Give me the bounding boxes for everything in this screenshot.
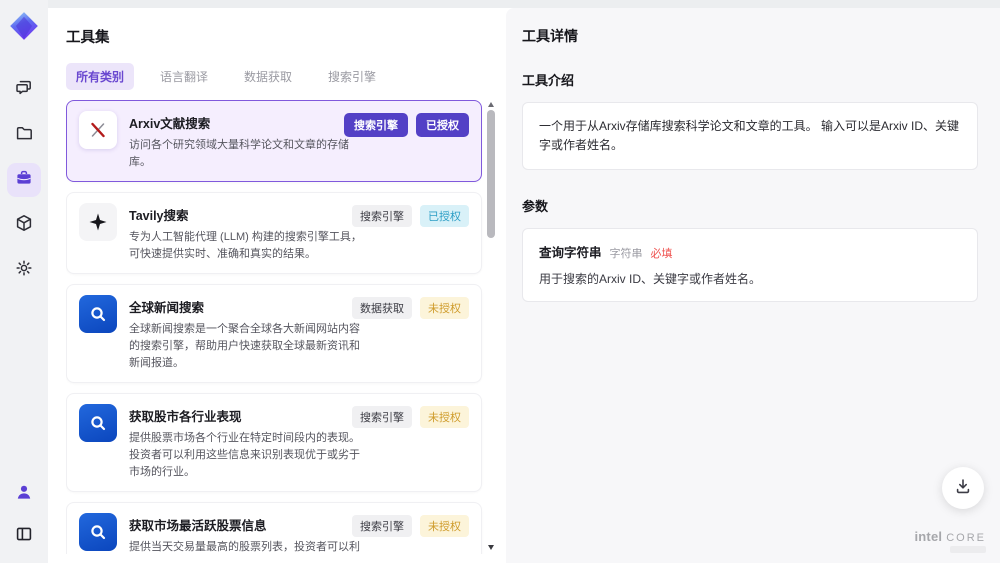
toolbox-icon: [14, 168, 34, 193]
required-badge: 必填: [650, 248, 673, 261]
parameter-description: 用于搜索的Arxiv ID、关键字或作者姓名。: [539, 272, 762, 287]
download-button[interactable]: [942, 467, 984, 509]
sidebar-item-chat[interactable]: [7, 73, 41, 107]
sidebar-item-settings[interactable]: [7, 253, 41, 287]
tool-card-body: 获取股市各行业表现提供股票市场各个行业在特定时间段内的表现。投资者可以利用这些信…: [129, 404, 367, 481]
category-tab[interactable]: 搜索引擎: [318, 63, 386, 90]
stock-search-icon: [79, 513, 117, 552]
tool-card-body: Arxiv文献搜索访问各个研究领域大量科学论文和文章的存储库。: [129, 111, 367, 171]
category-tabs: 所有类别 语言翻译 数据获取 搜索引擎: [66, 63, 498, 90]
parameter-header: 查询字符串 字符串 必填: [539, 242, 961, 261]
scroll-up-arrow[interactable]: [488, 102, 494, 107]
sidebar-item-collapse[interactable]: [7, 519, 41, 553]
news-search-icon: [79, 295, 117, 334]
tools-panel: 工具集 所有类别 语言翻译 数据获取 搜索引擎 Arxiv文献搜索 访问各个研究领域大量…: [48, 8, 498, 563]
cube-icon: [14, 213, 34, 238]
layout-panels-icon: [14, 524, 34, 549]
scrollbar-thumb[interactable]: [487, 110, 495, 238]
tool-tags: 搜索引擎 已授权: [344, 113, 469, 137]
auth-status-badge: 已授权: [420, 205, 469, 228]
tool-card[interactable]: Arxiv文献搜索访问各个研究领域大量科学论文和文章的存储库。 搜索引擎 已授权: [66, 100, 482, 183]
sidebar-item-account[interactable]: [7, 477, 41, 511]
tool-card-body: 获取市场最活跃股票信息提供当天交易量最高的股票列表，投资者可以利用这些信息来识别…: [129, 513, 367, 554]
auth-status-badge: 已授权: [416, 113, 469, 137]
gear-icon: [14, 258, 34, 283]
tool-description: 访问各个研究领域大量科学论文和文章的存储库。: [129, 139, 349, 169]
tool-card[interactable]: 获取市场最活跃股票信息提供当天交易量最高的股票列表，投资者可以利用这些信息来识别…: [66, 502, 482, 554]
tool-tags: 数据获取 未授权: [352, 297, 469, 320]
icon-sidebar: [0, 0, 48, 563]
tool-list: Arxiv文献搜索 访问各个研究领域大量科学论文和文章的存储库。 搜索引擎 已授权 Ta…: [66, 100, 498, 554]
tool-name: 获取市场最活跃股票信息: [129, 519, 267, 534]
app-window: 工具集 所有类别 语言翻译 数据获取 搜索引擎 Arxiv文献搜索 访问各个研究领域大量…: [0, 0, 1000, 563]
category-tag: 搜索引擎: [352, 515, 412, 538]
main-content: 工具集 所有类别 语言翻译 数据获取 搜索引擎 Arxiv文献搜索 访问各个研究领域大量…: [48, 8, 1000, 563]
category-tab[interactable]: 所有类别: [66, 63, 135, 90]
tool-tags: 搜索引擎 未授权: [352, 406, 469, 429]
scrollbar: [487, 102, 496, 550]
tool-tags: 搜索引擎 未授权: [352, 515, 469, 538]
intel-core-logo: intel CORE: [914, 529, 986, 553]
category-tab[interactable]: 语言翻译: [150, 63, 218, 90]
tool-tags: 搜索引擎 已授权: [352, 205, 469, 228]
sidebar-item-tools[interactable]: [7, 163, 41, 197]
sidebar-item-files[interactable]: [7, 118, 41, 152]
details-title: 工具详情: [522, 28, 578, 44]
parameter-type: 字符串: [609, 248, 643, 261]
tool-card-body: 全球新闻搜索全球新闻搜索是一个聚合全球各大新闻网站内容的搜索引擎，帮助用户快速获…: [129, 295, 367, 372]
app-logo-icon: [9, 11, 39, 41]
download-icon: [953, 476, 973, 501]
auth-status-badge: 未授权: [420, 406, 469, 429]
tool-description: 提供股票市场各个行业在特定时间段内的表现。投资者可以利用这些信息来识别表现优于或…: [129, 432, 360, 479]
category-tab[interactable]: 数据获取: [234, 63, 302, 90]
parameter-item: 查询字符串 字符串 必填 用于搜索的Arxiv ID、关键字或作者姓名。: [522, 228, 978, 303]
chat-icon: [14, 78, 34, 103]
intro-heading: 工具介绍: [522, 73, 575, 88]
stock-search-icon: [79, 404, 117, 443]
sidebar-item-models[interactable]: [7, 208, 41, 242]
folder-icon: [14, 123, 34, 148]
tool-description: 全球新闻搜索是一个聚合全球各大新闻网站内容的搜索引擎，帮助用户快速获取全球最新资…: [129, 323, 360, 370]
auth-status-badge: 未授权: [420, 297, 469, 320]
brand-series: CORE: [946, 532, 986, 544]
tool-name: Tavily搜索: [129, 209, 189, 224]
tool-details-panel: 工具详情 工具介绍 一个用于从Arxiv存储库搜索科学论文和文章的工具。 输入可…: [506, 8, 1000, 563]
arxiv-icon: [79, 111, 117, 149]
tool-name: 获取股市各行业表现: [129, 410, 242, 425]
category-tag: 搜索引擎: [344, 113, 408, 137]
category-tag: 搜索引擎: [352, 406, 412, 429]
sidebar-nav: [7, 73, 41, 287]
page-title: 工具集: [66, 30, 110, 46]
brand-name: intel: [914, 529, 943, 544]
parameter-name: 查询字符串: [539, 246, 602, 261]
sidebar-bottom: [7, 477, 41, 553]
tool-description: 专为人工智能代理 (LLM) 构建的搜索引擎工具，可快速提供实时、准确和真实的结…: [129, 231, 362, 261]
user-icon: [14, 482, 34, 507]
panel-divider: [498, 8, 506, 563]
tool-card[interactable]: Tavily搜索专为人工智能代理 (LLM) 构建的搜索引擎工具，可快速提供实时…: [66, 192, 482, 275]
category-tag: 搜索引擎: [352, 205, 412, 228]
category-tag: 数据获取: [352, 297, 412, 320]
tool-card[interactable]: 全球新闻搜索全球新闻搜索是一个聚合全球各大新闻网站内容的搜索引擎，帮助用户快速获…: [66, 284, 482, 384]
brand-badge: [950, 546, 986, 553]
scroll-down-arrow[interactable]: [488, 545, 494, 550]
tool-intro-text: 一个用于从Arxiv存储库搜索科学论文和文章的工具。 输入可以是Arxiv ID…: [522, 102, 978, 171]
tool-card[interactable]: 获取股市各行业表现提供股票市场各个行业在特定时间段内的表现。投资者可以利用这些信…: [66, 393, 482, 493]
tool-name: 全球新闻搜索: [129, 301, 205, 316]
params-heading: 参数: [522, 199, 549, 215]
tavily-icon: [79, 203, 117, 242]
tool-card-body: Tavily搜索专为人工智能代理 (LLM) 构建的搜索引擎工具，可快速提供实时…: [129, 203, 367, 263]
tool-description: 提供当天交易量最高的股票列表，投资者可以利用这些信息来识别流动性强的股票和潜在的…: [129, 541, 360, 554]
auth-status-badge: 未授权: [420, 515, 469, 538]
tool-name: Arxiv文献搜索: [129, 117, 211, 131]
